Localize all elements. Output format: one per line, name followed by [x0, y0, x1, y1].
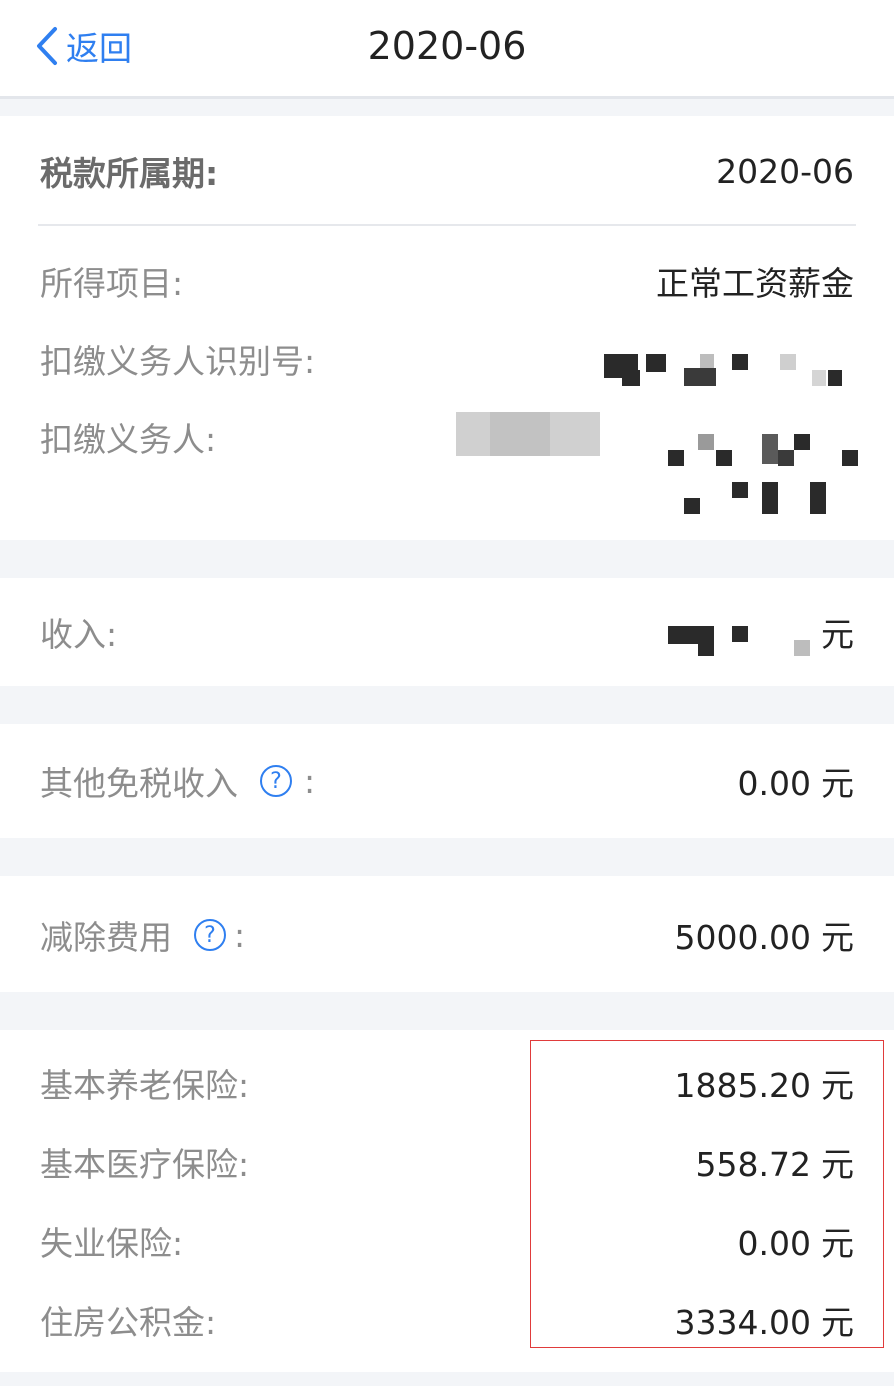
- insurance-section: 基本养老保险: 1885.20 元 基本医疗保险: 558.72 元 失业保险: 0…: [0, 1030, 894, 1372]
- income-label: 收入:: [40, 615, 118, 654]
- tax-free-colon: :: [304, 761, 316, 801]
- tax-info-section: 税款所属期: 2020-06 所得项目: 正常工资薪金 扣缴义务人识别号: 扣缴…: [0, 116, 894, 540]
- unemployment-insurance-label: 失业保险:: [40, 1224, 184, 1263]
- tax-free-row: 其他免税收入 ? : 0.00 元: [40, 756, 854, 806]
- medical-insurance-label: 基本医疗保险:: [40, 1145, 250, 1184]
- housing-fund-row: 住房公积金: 3334.00 元: [40, 1295, 854, 1345]
- income-section: 收入: 元: [0, 578, 894, 686]
- tax-free-section: 其他免税收入 ? : 0.00 元: [0, 724, 894, 838]
- deduction-section: 减除费用 ? : 5000.00 元: [0, 876, 894, 992]
- tax-period-label: 税款所属期:: [40, 154, 219, 193]
- pension-insurance-value: 1885.20 元: [674, 1066, 854, 1105]
- deduction-colon: :: [234, 915, 246, 955]
- pension-insurance-label: 基本养老保险:: [40, 1066, 250, 1105]
- deduction-row: 减除费用 ? : 5000.00 元: [40, 910, 854, 960]
- deduction-label: 减除费用 ? :: [40, 915, 246, 958]
- page-title: 2020-06: [367, 24, 527, 68]
- income-item-row: 所得项目: 正常工资薪金: [40, 256, 854, 306]
- pension-insurance-row: 基本养老保险: 1885.20 元: [40, 1058, 854, 1108]
- divider: [38, 224, 856, 226]
- deduction-value: 5000.00 元: [674, 918, 854, 957]
- withholder-label: 扣缴义务人:: [40, 420, 217, 459]
- help-icon[interactable]: ?: [260, 765, 292, 797]
- medical-insurance-value: 558.72 元: [695, 1145, 854, 1184]
- tax-free-value: 0.00 元: [737, 764, 854, 803]
- medical-insurance-row: 基本医疗保险: 558.72 元: [40, 1137, 854, 1187]
- withholder-id-label: 扣缴义务人识别号:: [40, 342, 316, 381]
- unemployment-insurance-row: 失业保险: 0.00 元: [40, 1216, 854, 1266]
- help-icon[interactable]: ?: [194, 919, 226, 951]
- tax-free-label: 其他免税收入 ? :: [40, 761, 316, 804]
- income-item-value: 正常工资薪金: [656, 264, 854, 303]
- income-item-label: 所得项目:: [40, 264, 184, 303]
- navigation-bar: 返回 2020-06: [0, 0, 894, 99]
- housing-fund-value: 3334.00 元: [674, 1303, 854, 1342]
- unemployment-insurance-value: 0.00 元: [737, 1224, 854, 1263]
- housing-fund-label: 住房公积金:: [40, 1303, 217, 1342]
- tax-period-row: 税款所属期: 2020-06: [40, 146, 854, 196]
- tax-period-value: 2020-06: [716, 151, 854, 191]
- income-unit: 元: [821, 615, 854, 654]
